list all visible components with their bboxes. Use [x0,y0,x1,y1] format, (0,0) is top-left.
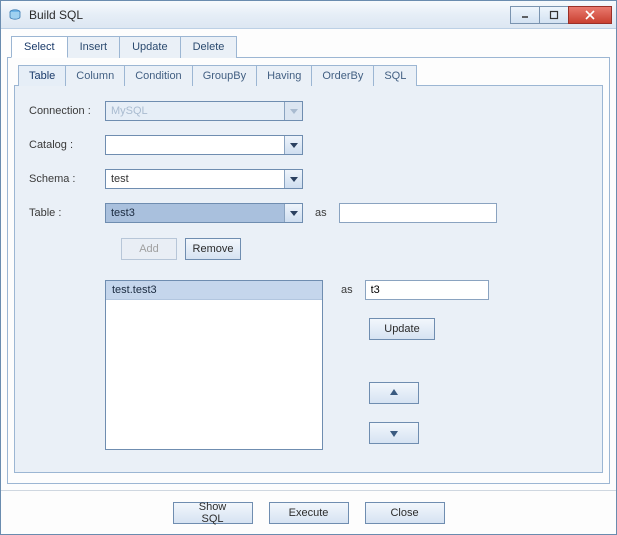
tab-insert[interactable]: Insert [67,36,121,58]
connection-label: Connection : [29,105,105,117]
chevron-down-icon[interactable] [284,204,302,222]
add-button[interactable]: Add [121,238,177,260]
alias-top-input[interactable] [339,203,497,223]
close-button[interactable]: Close [365,502,445,524]
titlebar: Build SQL [1,1,616,29]
schema-combo[interactable]: test [105,169,303,189]
sub-tab-panel: Connection : MySQL Catalog : Schema : [14,85,603,473]
sub-tabstrip: Table Column Condition GroupBy Having Or… [14,64,603,85]
table-value: test3 [106,207,284,219]
move-up-button[interactable] [369,382,419,404]
main-tabstrip: Select Insert Update Delete [7,35,610,57]
chevron-down-icon[interactable] [284,170,302,188]
window-title: Build SQL [29,8,511,22]
close-window-button[interactable] [568,6,612,24]
connection-value: MySQL [106,105,284,117]
subtab-table[interactable]: Table [18,65,66,86]
update-button[interactable]: Update [369,318,435,340]
chevron-down-icon [284,102,302,120]
content-area: Select Insert Update Delete Table Column… [1,29,616,490]
as-label-top: as [315,207,327,219]
arrow-down-icon [389,428,399,438]
tab-delete[interactable]: Delete [180,36,238,58]
tab-select[interactable]: Select [11,36,68,58]
as-label-side: as [341,284,353,296]
window: Build SQL Select Insert Update Delete Ta… [0,0,617,535]
subtab-groupby[interactable]: GroupBy [192,65,257,86]
move-down-button[interactable] [369,422,419,444]
chevron-down-icon[interactable] [284,136,302,154]
schema-value: test [106,173,284,185]
catalog-label: Catalog : [29,139,105,151]
subtab-orderby[interactable]: OrderBy [311,65,374,86]
maximize-button[interactable] [539,6,569,24]
remove-button[interactable]: Remove [185,238,241,260]
table-label: Table : [29,207,105,219]
catalog-combo[interactable] [105,135,303,155]
connection-combo: MySQL [105,101,303,121]
table-combo[interactable]: test3 [105,203,303,223]
execute-button[interactable]: Execute [269,502,349,524]
subtab-column[interactable]: Column [65,65,125,86]
show-sql-button[interactable]: Show SQL [173,502,253,524]
minimize-button[interactable] [510,6,540,24]
app-icon [7,7,23,23]
subtab-condition[interactable]: Condition [124,65,192,86]
alias-side-input[interactable] [365,280,489,300]
subtab-having[interactable]: Having [256,65,312,86]
schema-label: Schema : [29,173,105,185]
subtab-sql[interactable]: SQL [373,65,417,86]
main-tab-panel: Table Column Condition GroupBy Having Or… [7,57,610,484]
window-controls [511,6,612,24]
list-item[interactable]: test.test3 [106,281,322,300]
arrow-up-icon [389,388,399,398]
tables-listbox[interactable]: test.test3 [105,280,323,450]
tab-update[interactable]: Update [119,36,180,58]
footer: Show SQL Execute Close [1,490,616,534]
